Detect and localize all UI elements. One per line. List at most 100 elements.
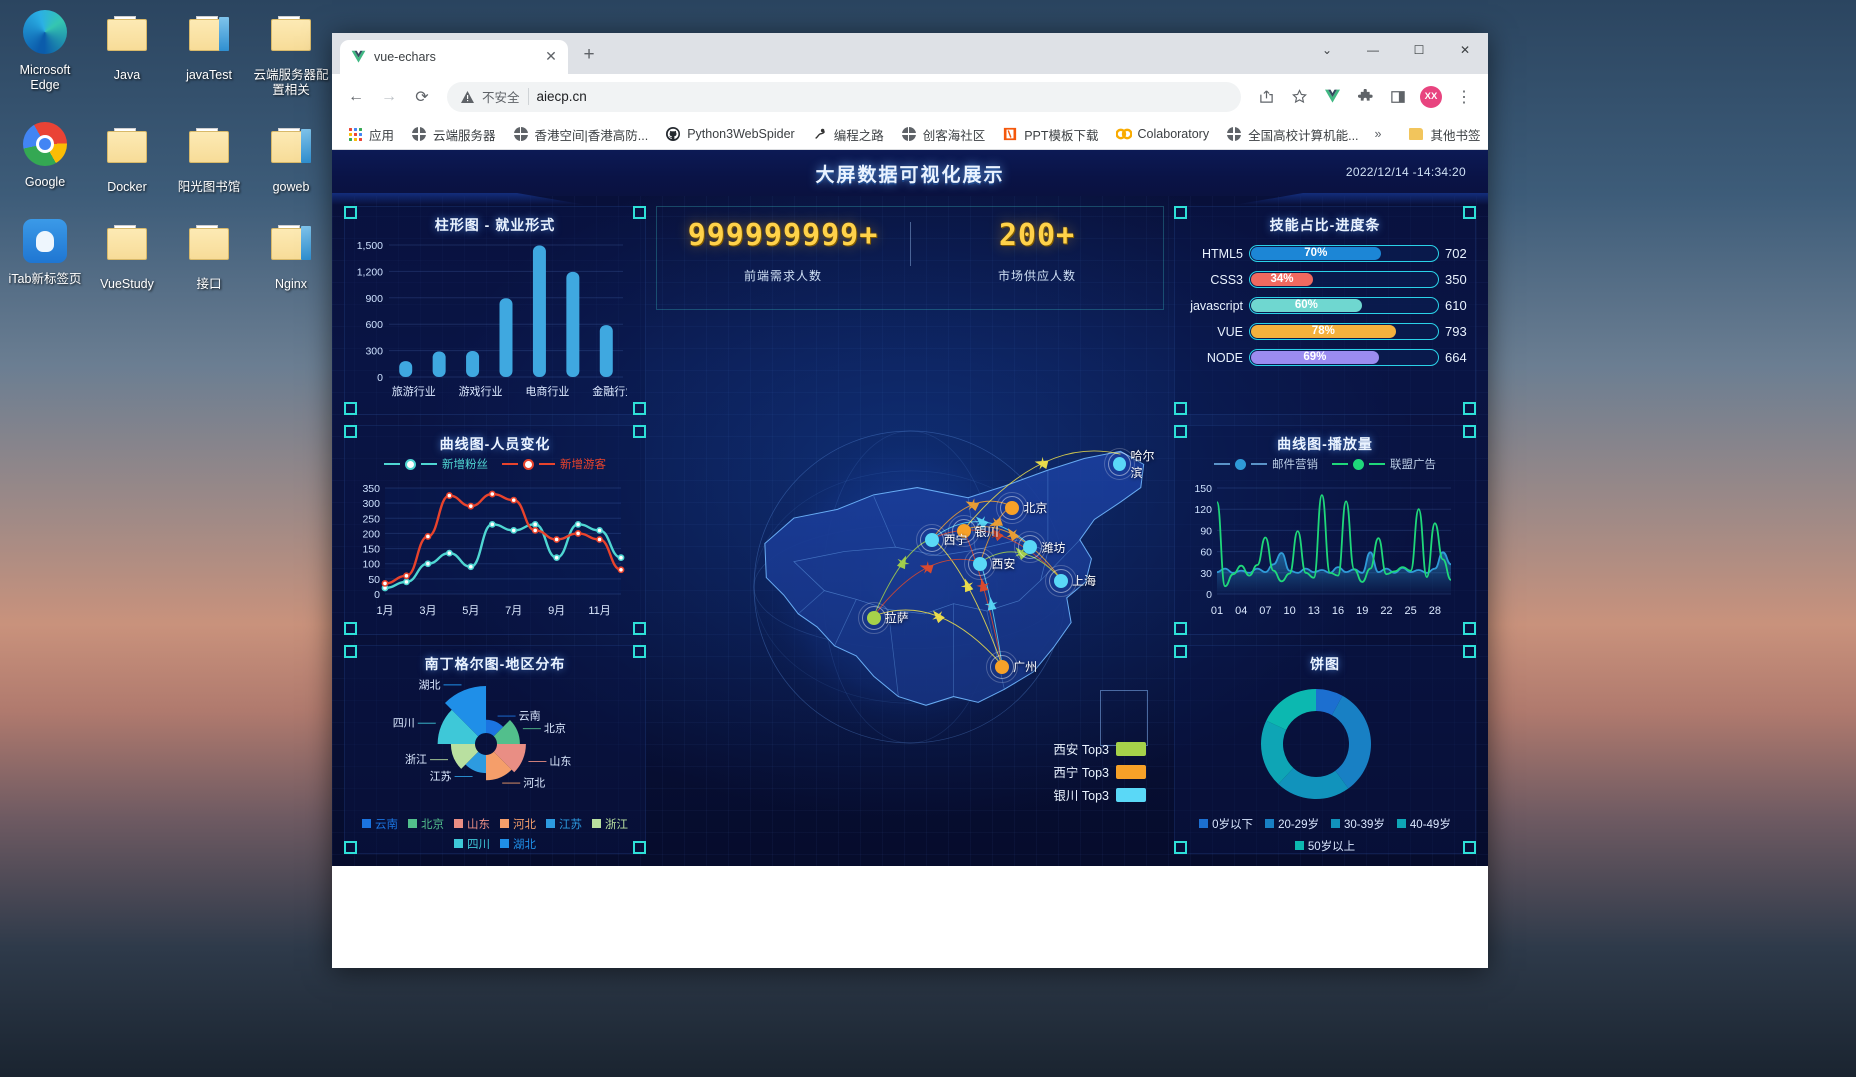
rose-chart-body: 云南 北京 山东 河北 江苏 浙江 四川 湖北 云南 北京 山东 河北 江苏 浙江 四川 湖北 xyxy=(345,676,645,852)
skill-progress-track[interactable]: 60% xyxy=(1249,297,1439,314)
desktop-icon-nginx[interactable]: Nginx xyxy=(252,217,330,292)
pie-legend-item[interactable]: 0岁以下 xyxy=(1199,816,1253,832)
legend-label: 河北 xyxy=(513,818,536,831)
legend-item-fans[interactable]: 新增粉丝 xyxy=(384,456,488,472)
minimize-button[interactable]: — xyxy=(1350,33,1396,66)
chart-tick-label: 900 xyxy=(365,293,383,305)
city-label: 哈尔滨 xyxy=(1130,449,1155,481)
vue-devtools-icon[interactable] xyxy=(1317,82,1347,112)
bookmark-chuangke-community[interactable]: 创客海社区 xyxy=(894,122,993,147)
desktop-icon-vuestudy[interactable]: VueStudy xyxy=(88,217,166,292)
legend-item-tourists[interactable]: 新增游客 xyxy=(502,456,606,472)
panel-pie-chart: 饼图 0岁以下 20-29岁 30-39岁 40-49岁 50岁以上 xyxy=(1174,644,1476,854)
legend-swatch xyxy=(546,819,555,829)
skill-progress-track[interactable]: 78% xyxy=(1249,323,1439,340)
page-viewport: 大屏数据可视化展示 2022/12/14 -14:34:20 柱形图 - 就业形… xyxy=(332,150,1488,968)
desktop-icon-microsoft-edge[interactable]: Microsoft Edge xyxy=(6,8,84,98)
tab-search-button[interactable]: ⌄ xyxy=(1304,33,1350,66)
legend-swatch xyxy=(592,819,601,829)
side-panel-icon[interactable] xyxy=(1383,82,1413,112)
map-city-西宁[interactable]: 西宁 xyxy=(916,523,968,556)
map-city-潍坊[interactable]: 潍坊 xyxy=(1014,531,1065,564)
pie-legend-item[interactable]: 30-39岁 xyxy=(1330,816,1385,832)
tab-vue-echars[interactable]: vue-echars ✕ xyxy=(340,40,568,74)
folder-icon xyxy=(267,15,315,63)
legend-label: 联盟广告 xyxy=(1390,459,1436,472)
bookmark-star-icon[interactable] xyxy=(1284,82,1314,112)
bookmark-colaboratory[interactable]: Colaboratory xyxy=(1109,123,1217,145)
bookmark-label: 应用 xyxy=(369,128,395,143)
bookmark-python3webspider[interactable]: Python3WebSpider xyxy=(658,123,801,145)
share-icon[interactable] xyxy=(1251,82,1281,112)
rose-legend-item[interactable]: 四川 xyxy=(454,836,490,852)
bookmark-apps[interactable]: 应用 xyxy=(340,122,401,147)
pie-legend-item[interactable]: 40-49岁 xyxy=(1396,816,1451,832)
close-icon[interactable]: ✕ xyxy=(542,48,560,66)
desktop-icon-cloud-server-config[interactable]: 云端服务器配置相关 xyxy=(252,8,330,98)
profile-avatar[interactable]: XX xyxy=(1416,82,1446,112)
counter-supply: 200+ 市场供应人数 xyxy=(910,218,1164,284)
skill-progress-track[interactable]: 34% xyxy=(1249,271,1439,288)
middle-column: 999999999+ 前端需求人数 200+ 市场供应人数 西安 Top3 西宁… xyxy=(656,206,1164,854)
map-legend-item[interactable]: 西安 Top3 xyxy=(1053,739,1146,758)
bookmark-label: 其他书签 xyxy=(1430,128,1481,143)
browser-menu-icon[interactable]: ⋮ xyxy=(1449,82,1479,112)
map-city-北京[interactable]: 北京 xyxy=(996,491,1047,524)
bookmark-other-bookmarks[interactable]: 其他书签 xyxy=(1401,122,1487,147)
skill-percent-label: 69% xyxy=(1303,351,1327,363)
new-tab-button[interactable]: + xyxy=(576,42,602,68)
map-city-西安[interactable]: 西安 xyxy=(964,547,1015,580)
pie-chart-title: 饼图 xyxy=(1310,655,1340,672)
rose-legend-item[interactable]: 河北 xyxy=(500,816,536,832)
bookmark-programming-road[interactable]: 编程之路 xyxy=(805,122,891,147)
legend-item-alliance[interactable]: 联盟广告 xyxy=(1332,456,1436,472)
pie-legend-item[interactable]: 20-29岁 xyxy=(1265,816,1319,832)
bookmarks-bar: 应用 云端服务器 香港空间|香港高防... Python3WebSpider 编… xyxy=(332,119,1488,150)
desktop-icon-itab[interactable]: iTab新标签页 xyxy=(6,217,84,292)
bookmark-cloud-server[interactable]: 云端服务器 xyxy=(404,122,503,147)
legend-label: 40-49岁 xyxy=(1409,818,1451,831)
desktop-icon-goweb[interactable]: goweb xyxy=(252,120,330,195)
map-city-拉萨[interactable]: 拉萨 xyxy=(857,601,909,634)
rose-legend-item[interactable]: 湖北 xyxy=(500,836,536,852)
legend-swatch xyxy=(1116,787,1146,802)
map-city-上海[interactable]: 上海 xyxy=(1044,564,1096,597)
chart-tick-label: 07 xyxy=(1259,605,1271,617)
desktop-icon-google[interactable]: Google xyxy=(6,120,84,195)
bookmarks-overflow-chevron-icon[interactable]: » xyxy=(1369,125,1388,143)
skill-progress-track[interactable]: 69% xyxy=(1249,349,1439,366)
bar xyxy=(566,271,580,377)
map-legend-item[interactable]: 银川 Top3 xyxy=(1053,785,1146,804)
rose-legend-item[interactable]: 北京 xyxy=(408,816,444,832)
rose-legend-item[interactable]: 江苏 xyxy=(546,816,582,832)
map-city-广州[interactable]: 广州 xyxy=(986,650,1037,683)
map-legend-item[interactable]: 西宁 Top3 xyxy=(1053,762,1146,781)
maximize-button[interactable]: ☐ xyxy=(1396,33,1442,66)
rose-legend-item[interactable]: 浙江 xyxy=(592,816,628,832)
desktop-icon-java[interactable]: Java xyxy=(88,8,166,98)
back-icon[interactable]: ← xyxy=(341,82,371,112)
desktop-icon-sunshine-library[interactable]: 阳光图书馆 xyxy=(170,120,248,195)
legend-item-email[interactable]: 邮件营销 xyxy=(1214,456,1318,472)
chart-tick-label: 50 xyxy=(368,574,380,586)
chart-tick-label: 300 xyxy=(365,346,383,358)
forward-icon[interactable]: → xyxy=(374,82,404,112)
map-city-哈尔滨[interactable]: 哈尔滨 xyxy=(1104,447,1164,481)
pie-chart-body: 0岁以下 20-29岁 30-39岁 40-49岁 50岁以上 xyxy=(1175,676,1475,853)
rose-legend-item[interactable]: 山东 xyxy=(454,816,490,832)
skill-progress-track[interactable]: 70% xyxy=(1249,245,1439,262)
desktop-icon-javatest[interactable]: javaTest xyxy=(170,8,248,98)
address-bar[interactable]: 不安全 aiecp.cn xyxy=(447,81,1241,112)
bookmark-national-college-computing[interactable]: 全国高校计算机能... xyxy=(1219,122,1365,147)
skill-percent-label: 60% xyxy=(1294,299,1318,311)
close-window-button[interactable]: ✕ xyxy=(1442,33,1488,66)
bookmark-ppt-template[interactable]: PPT模板下载 xyxy=(995,122,1105,147)
extensions-puzzle-icon[interactable] xyxy=(1350,82,1380,112)
desktop-icon-docker[interactable]: Docker xyxy=(88,120,166,195)
desktop-icon-interface[interactable]: 接口 xyxy=(170,217,248,292)
reload-icon[interactable]: ⟳ xyxy=(407,82,437,112)
chart-tick-label: 浙江 xyxy=(405,753,427,766)
pie-legend-item[interactable]: 50岁以上 xyxy=(1294,838,1355,854)
rose-legend-item[interactable]: 云南 xyxy=(362,816,398,832)
bookmark-hk-space[interactable]: 香港空间|香港高防... xyxy=(506,122,656,147)
